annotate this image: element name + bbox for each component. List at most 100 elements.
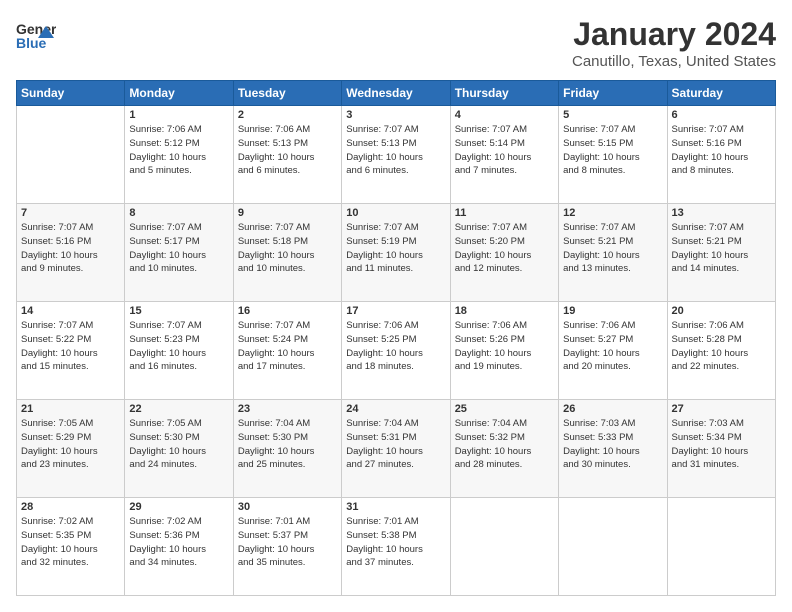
day-number: 27: [672, 403, 771, 415]
header: General Blue January 2024 Canutillo, Tex…: [16, 16, 776, 70]
day-info: Sunrise: 7:04 AM Sunset: 5:32 PM Dayligh…: [455, 417, 554, 472]
calendar-cell: 7 Sunrise: 7:07 AM Sunset: 5:16 PM Daylig…: [17, 204, 125, 302]
day-number: 19: [563, 305, 662, 317]
day-number: 23: [238, 403, 337, 415]
day-info: Sunrise: 7:04 AM Sunset: 5:31 PM Dayligh…: [346, 417, 445, 472]
day-number: 4: [455, 109, 554, 121]
day-info: Sunrise: 7:06 AM Sunset: 5:13 PM Dayligh…: [238, 123, 337, 178]
day-number: 1: [129, 109, 228, 121]
day-number: 13: [672, 207, 771, 219]
col-tuesday: Tuesday: [233, 81, 341, 106]
day-number: 5: [563, 109, 662, 121]
day-info: Sunrise: 7:06 AM Sunset: 5:26 PM Dayligh…: [455, 319, 554, 374]
col-monday: Monday: [125, 81, 233, 106]
calendar-cell: 31 Sunrise: 7:01 AM Sunset: 5:38 PM Dayli…: [342, 498, 450, 596]
calendar-header-row: Sunday Monday Tuesday Wednesday Thursday…: [17, 81, 776, 106]
day-number: 6: [672, 109, 771, 121]
calendar-cell: 12Sunrise: 7:07 AM Sunset: 5:21 PM Dayli…: [559, 204, 667, 302]
col-thursday: Thursday: [450, 81, 558, 106]
day-number: 15: [129, 305, 228, 317]
calendar-cell: 15 Sunrise: 7:07 AM Sunset: 5:23 PM Dayli…: [125, 302, 233, 400]
calendar-cell: [17, 106, 125, 204]
calendar-cell: 18 Sunrise: 7:06 AM Sunset: 5:26 PM Dayli…: [450, 302, 558, 400]
day-number: 22: [129, 403, 228, 415]
day-info: Sunrise: 7:07 AM Sunset: 5:19 PM Dayligh…: [346, 221, 445, 276]
calendar-cell: 22 Sunrise: 7:05 AM Sunset: 5:30 PM Dayli…: [125, 400, 233, 498]
logo: General Blue: [16, 16, 56, 56]
day-number: 16: [238, 305, 337, 317]
calendar-cell: 24 Sunrise: 7:04 AM Sunset: 5:31 PM Dayli…: [342, 400, 450, 498]
calendar-cell: 25 Sunrise: 7:04 AM Sunset: 5:32 PM Dayli…: [450, 400, 558, 498]
day-info: Sunrise: 7:03 AM Sunset: 5:33 PM Dayligh…: [563, 417, 662, 472]
calendar-week-1: 1 Sunrise: 7:06 AM Sunset: 5:12 PM Daylig…: [17, 106, 776, 204]
day-number: 20: [672, 305, 771, 317]
day-number: 24: [346, 403, 445, 415]
day-number: 9: [238, 207, 337, 219]
day-number: 14: [21, 305, 120, 317]
day-info: Sunrise: 7:07 AM Sunset: 5:20 PM Dayligh…: [455, 221, 554, 276]
day-info: Sunrise: 7:05 AM Sunset: 5:29 PM Dayligh…: [21, 417, 120, 472]
calendar-cell: 1 Sunrise: 7:06 AM Sunset: 5:12 PM Daylig…: [125, 106, 233, 204]
day-info: Sunrise: 7:03 AM Sunset: 5:34 PM Dayligh…: [672, 417, 771, 472]
day-info: Sunrise: 7:07 AM Sunset: 5:23 PM Dayligh…: [129, 319, 228, 374]
day-info: Sunrise: 7:04 AM Sunset: 5:30 PM Dayligh…: [238, 417, 337, 472]
day-info: Sunrise: 7:06 AM Sunset: 5:12 PM Dayligh…: [129, 123, 228, 178]
calendar-cell: 8Sunrise: 7:07 AM Sunset: 5:17 PM Daylig…: [125, 204, 233, 302]
day-number: 29: [129, 501, 228, 513]
day-info: Sunrise: 7:06 AM Sunset: 5:28 PM Dayligh…: [672, 319, 771, 374]
calendar-cell: 21 Sunrise: 7:05 AM Sunset: 5:29 PM Dayli…: [17, 400, 125, 498]
day-number: 8: [129, 207, 228, 219]
day-info: Sunrise: 7:07 AM Sunset: 5:16 PM Dayligh…: [21, 221, 120, 276]
calendar-week-4: 21 Sunrise: 7:05 AM Sunset: 5:29 PM Dayli…: [17, 400, 776, 498]
calendar-cell: 23 Sunrise: 7:04 AM Sunset: 5:30 PM Dayli…: [233, 400, 341, 498]
calendar-cell: 29Sunrise: 7:02 AM Sunset: 5:36 PM Dayli…: [125, 498, 233, 596]
day-number: 3: [346, 109, 445, 121]
col-wednesday: Wednesday: [342, 81, 450, 106]
day-info: Sunrise: 7:06 AM Sunset: 5:27 PM Dayligh…: [563, 319, 662, 374]
day-number: 18: [455, 305, 554, 317]
day-info: Sunrise: 7:01 AM Sunset: 5:38 PM Dayligh…: [346, 515, 445, 570]
day-number: 17: [346, 305, 445, 317]
day-number: 26: [563, 403, 662, 415]
calendar-cell: 27 Sunrise: 7:03 AM Sunset: 5:34 PM Dayli…: [667, 400, 775, 498]
calendar-week-2: 7 Sunrise: 7:07 AM Sunset: 5:16 PM Daylig…: [17, 204, 776, 302]
col-friday: Friday: [559, 81, 667, 106]
day-number: 25: [455, 403, 554, 415]
day-info: Sunrise: 7:01 AM Sunset: 5:37 PM Dayligh…: [238, 515, 337, 570]
logo-icon: General Blue: [16, 16, 56, 56]
day-number: 30: [238, 501, 337, 513]
day-info: Sunrise: 7:05 AM Sunset: 5:30 PM Dayligh…: [129, 417, 228, 472]
calendar-table: Sunday Monday Tuesday Wednesday Thursday…: [16, 80, 776, 596]
calendar-cell: [559, 498, 667, 596]
day-info: Sunrise: 7:07 AM Sunset: 5:22 PM Dayligh…: [21, 319, 120, 374]
day-number: 7: [21, 207, 120, 219]
day-number: 31: [346, 501, 445, 513]
calendar-week-3: 14 Sunrise: 7:07 AM Sunset: 5:22 PM Dayli…: [17, 302, 776, 400]
calendar-cell: 2 Sunrise: 7:06 AM Sunset: 5:13 PM Daylig…: [233, 106, 341, 204]
calendar-cell: 6Sunrise: 7:07 AM Sunset: 5:16 PM Daylig…: [667, 106, 775, 204]
calendar-cell: 30 Sunrise: 7:01 AM Sunset: 5:37 PM Dayli…: [233, 498, 341, 596]
day-info: Sunrise: 7:07 AM Sunset: 5:14 PM Dayligh…: [455, 123, 554, 178]
calendar-cell: 17 Sunrise: 7:06 AM Sunset: 5:25 PM Dayli…: [342, 302, 450, 400]
calendar-cell: 20 Sunrise: 7:06 AM Sunset: 5:28 PM Dayli…: [667, 302, 775, 400]
calendar-title: January 2024: [572, 16, 776, 53]
day-number: 12: [563, 207, 662, 219]
day-number: 28: [21, 501, 120, 513]
calendar-cell: 19 Sunrise: 7:06 AM Sunset: 5:27 PM Dayli…: [559, 302, 667, 400]
calendar-cell: 13 Sunrise: 7:07 AM Sunset: 5:21 PM Dayli…: [667, 204, 775, 302]
day-info: Sunrise: 7:07 AM Sunset: 5:24 PM Dayligh…: [238, 319, 337, 374]
calendar-cell: [450, 498, 558, 596]
day-info: Sunrise: 7:06 AM Sunset: 5:25 PM Dayligh…: [346, 319, 445, 374]
calendar-cell: 10Sunrise: 7:07 AM Sunset: 5:19 PM Dayli…: [342, 204, 450, 302]
day-info: Sunrise: 7:07 AM Sunset: 5:21 PM Dayligh…: [672, 221, 771, 276]
calendar-cell: 28Sunrise: 7:02 AM Sunset: 5:35 PM Dayli…: [17, 498, 125, 596]
day-info: Sunrise: 7:07 AM Sunset: 5:18 PM Dayligh…: [238, 221, 337, 276]
day-number: 11: [455, 207, 554, 219]
calendar-cell: 5 Sunrise: 7:07 AM Sunset: 5:15 PM Daylig…: [559, 106, 667, 204]
day-info: Sunrise: 7:07 AM Sunset: 5:13 PM Dayligh…: [346, 123, 445, 178]
day-info: Sunrise: 7:07 AM Sunset: 5:15 PM Dayligh…: [563, 123, 662, 178]
day-number: 2: [238, 109, 337, 121]
col-saturday: Saturday: [667, 81, 775, 106]
page: General Blue January 2024 Canutillo, Tex…: [0, 0, 792, 612]
day-number: 21: [21, 403, 120, 415]
